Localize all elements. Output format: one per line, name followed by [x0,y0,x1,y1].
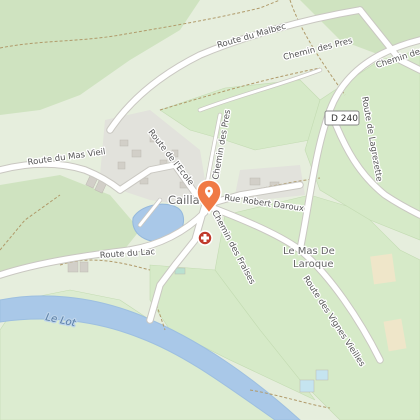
label-village-cailla: Cailla [168,193,200,207]
map-view[interactable]: Route du Malbec Chemin des Pres Chemin d… [0,0,420,420]
map-canvas[interactable]: Route du Malbec Chemin des Pres Chemin d… [0,0,420,420]
label-place-line-1: Le Mas De [283,246,335,257]
pharmacy-marker[interactable] [197,230,213,246]
route-shield-d240: D 240 [324,110,360,126]
svg-text:D 240: D 240 [331,114,358,124]
pin-dot [207,189,211,193]
label-place-line-2: Laroque [293,259,334,270]
